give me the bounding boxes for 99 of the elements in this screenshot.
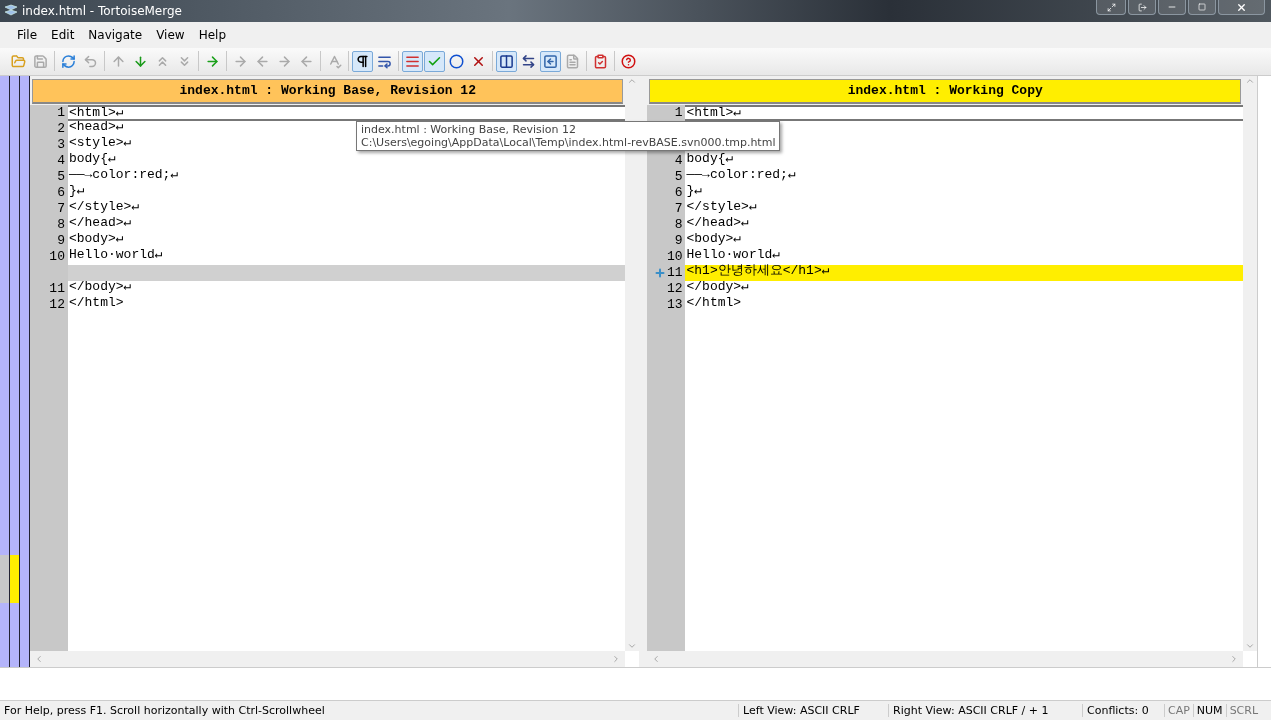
code-line: Hello·world↵ [67, 248, 163, 264]
code-line: body{↵ [685, 152, 734, 168]
app-icon [4, 3, 18, 18]
line-number: 10 [666, 248, 683, 265]
close-button[interactable] [1218, 0, 1265, 15]
undo-icon [83, 53, 98, 69]
maximize-icon [1198, 3, 1206, 11]
line-number: 2 [57, 120, 65, 137]
lines-icon [405, 53, 420, 69]
line-number: 11 [49, 280, 65, 297]
line-number: 12 [666, 280, 683, 297]
line-number: 4 [57, 152, 65, 169]
maximize-button[interactable] [1188, 0, 1216, 15]
line-number: 3 [57, 136, 65, 153]
code-line: ——→color:red;↵ [685, 168, 796, 184]
arrange-button[interactable] [1096, 0, 1126, 15]
code-line: <style>↵ [67, 136, 132, 152]
code-line: </html> [67, 296, 124, 312]
spell-check-icon [327, 53, 342, 69]
line-number: 9 [674, 232, 683, 249]
line-number: 6 [674, 184, 683, 201]
columns-icon [499, 53, 514, 69]
tooltip-title: index.html : Working Base, Revision 12 [361, 123, 577, 136]
line-number: 1 [57, 104, 65, 121]
code-line: }↵ [685, 184, 703, 200]
line-number: 5 [674, 168, 683, 185]
reload-icon [61, 53, 76, 69]
code-line: <head>↵ [67, 120, 124, 136]
pane-header: index.html : Working Base, Revision 12 [31, 78, 624, 104]
menu-item[interactable]: File [10, 25, 45, 44]
code-line: </head>↵ [685, 216, 749, 232]
document-icon [565, 53, 580, 69]
line-number: 5 [57, 168, 65, 185]
code-line: </html> [685, 296, 742, 312]
line-number: 10 [49, 248, 65, 265]
key-indicator: NUM [1192, 704, 1226, 717]
help-icon [621, 53, 636, 69]
vertical-scrollbar[interactable] [1243, 104, 1257, 652]
exit-icon [1137, 2, 1147, 12]
menu-item[interactable]: Edit [44, 25, 82, 44]
expand-icon [1106, 2, 1116, 12]
code-line: <h1>안녕하세요</h1>↵ [685, 264, 830, 280]
code-line: </style>↵ [685, 200, 757, 216]
close-icon [1236, 1, 1247, 13]
menu-item[interactable]: View [149, 25, 192, 44]
horizontal-scrollbar[interactable] [29, 651, 626, 668]
code-line: </body>↵ [685, 280, 749, 296]
menu-item[interactable]: Help [191, 25, 233, 44]
code-line: </head>↵ [67, 216, 132, 232]
save-icon [33, 53, 48, 69]
arrow-down-icon [133, 53, 148, 69]
line-number: 13 [666, 296, 683, 313]
tooltip-path: C:\Users\egoing\AppData\Local\Temp\index.html-revBASE.svn000.tmp.html [361, 136, 776, 149]
code-line: Hello·world↵ [685, 248, 781, 264]
code-line: }↵ [67, 184, 85, 200]
swap-icon [521, 53, 536, 69]
scroll-right-icon[interactable] [1229, 654, 1239, 665]
code-line: <body>↵ [685, 232, 742, 248]
code-line: <html>↵ [67, 106, 124, 119]
pane-header: index.html : Working Copy [649, 78, 1241, 104]
line-number: 12 [49, 296, 65, 313]
right-view-status: Right View: ASCII CRLF / + 1 [888, 704, 1082, 717]
key-indicator: CAP [1164, 704, 1193, 717]
line-number: 9 [57, 232, 65, 249]
conflicts-status: Conflicts: 0 [1082, 704, 1164, 717]
line-number: 11 [666, 264, 683, 281]
minimize-button[interactable] [1158, 0, 1186, 15]
collapse-icon [543, 53, 558, 69]
line-number: 4 [674, 152, 683, 169]
folder-icon [11, 53, 26, 69]
arrow-right-icon [233, 53, 248, 69]
line-number: 7 [57, 200, 65, 217]
arrow-right-icon [205, 53, 220, 69]
code-line: body{↵ [67, 152, 116, 168]
exit-button[interactable] [1128, 0, 1156, 15]
status-help-text: For Help, press F1. Scroll horizontally with Ctrl-Scrollwheel [3, 704, 326, 717]
line-number: 8 [674, 216, 683, 233]
arrow-right-icon [277, 53, 292, 69]
key-indicator: SCRL [1225, 704, 1262, 717]
line-number: 7 [674, 200, 683, 217]
code-line: ——→color:red;↵ [67, 168, 179, 184]
menu-item[interactable]: Navigate [81, 25, 150, 44]
horizontal-scrollbar[interactable] [647, 651, 1243, 668]
plus-icon [653, 266, 666, 279]
left-view-status: Left View: ASCII CRLF [738, 704, 888, 717]
window-title: index.html - TortoiseMerge [22, 3, 182, 18]
code-line: <html>↵ [685, 106, 742, 119]
code-line: </style>↵ [67, 200, 140, 216]
wrap-text-icon [377, 53, 392, 69]
code-line: <body>↵ [67, 232, 124, 248]
toolbar-button[interactable] [352, 50, 373, 72]
circle-icon [449, 53, 464, 69]
pilcrow-icon [355, 53, 370, 69]
code-line: </body>↵ [67, 280, 132, 296]
line-number: 8 [57, 216, 65, 233]
clipboard-check-icon [593, 53, 608, 69]
line-number: 6 [57, 184, 65, 201]
toolbar-button[interactable] [496, 50, 517, 72]
line-number: 1 [674, 104, 683, 121]
